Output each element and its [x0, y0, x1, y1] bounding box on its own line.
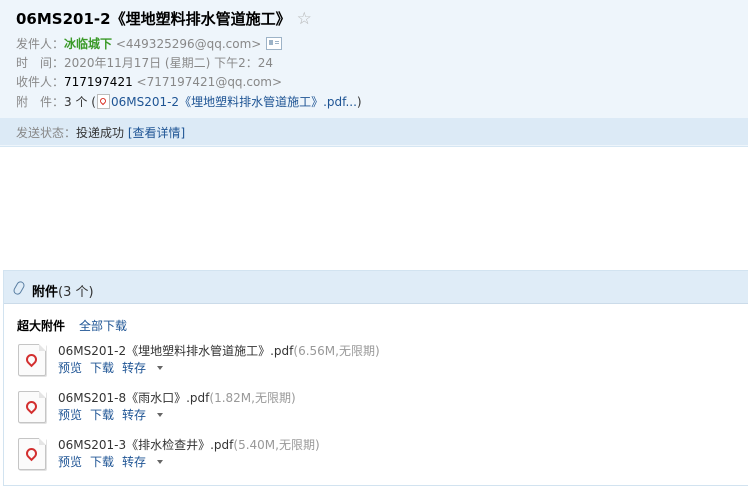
pdf-glyph: [23, 398, 40, 415]
attachment-meta: (6.56M,无限期): [293, 344, 380, 358]
attachment-label: 附 件：: [16, 95, 65, 109]
attachment-name: 06MS201-2《埋地塑料排水管道施工》.pdf: [58, 344, 294, 358]
status-label: 发送状态：: [16, 126, 77, 140]
delivery-status-bar: 发送状态：投递成功 [查看详情]: [0, 118, 748, 145]
attachment-count: 3 个 (: [64, 95, 96, 109]
attachments-panel: 附件(3 个) 超大附件 全部下载 06MS201-2《埋地塑料排水管道施工》.…: [3, 270, 748, 486]
save-to-label: 转存: [122, 455, 147, 469]
save-to-label: 转存: [122, 408, 147, 422]
attachment-summary-link[interactable]: 06MS201-2《埋地塑料排水管道施工》.pdf...: [111, 95, 357, 109]
attachment-name: 06MS201-8《雨水口》.pdf: [58, 391, 210, 405]
attachments-count: (3 个): [58, 285, 94, 300]
attachment-filename: 06MS201-8《雨水口》.pdf(1.82M,无限期): [58, 389, 296, 406]
attachment-filename: 06MS201-2《埋地塑料排水管道施工》.pdf(6.56M,无限期): [58, 342, 380, 359]
delivery-status: 发送状态：投递成功 [查看详情]: [16, 124, 185, 141]
attachment-actions: 预览 下载 转存: [58, 406, 179, 423]
attachment-meta: (1.82M,无限期): [209, 391, 296, 405]
pdf-icon: [96, 94, 110, 109]
attachment-name: 06MS201-3《排水检查井》.pdf: [58, 438, 234, 452]
save-to-link[interactable]: 转存: [122, 408, 171, 422]
time-label: 时 间：: [16, 56, 65, 70]
pdf-glyph: [23, 351, 40, 368]
chevron-down-icon: [157, 366, 164, 370]
save-to-link[interactable]: 转存: [122, 455, 171, 469]
chevron-down-icon: [157, 413, 164, 417]
big-attachment-label: 超大附件: [17, 319, 66, 333]
pdf-file-icon[interactable]: [18, 344, 46, 376]
sender-email: <449325296@qq.com>: [115, 37, 262, 51]
save-to-label: 转存: [122, 361, 147, 375]
time-value: 2020年11月17日 (星期二) 下午2：24: [64, 56, 273, 70]
paperclip-icon: [12, 279, 26, 297]
attachment-actions: 预览 下载 转存: [58, 453, 179, 470]
mail-header: 06MS201-2《埋地塑料排水管道施工》 ☆ 发件人：冰临城下 <4493252…: [0, 0, 748, 147]
time-row: 时 间：2020年11月17日 (星期二) 下午2：24: [16, 55, 273, 71]
attachment-filename: 06MS201-3《排水检查井》.pdf(5.40M,无限期): [58, 436, 320, 453]
sender-name[interactable]: 冰临城下: [64, 37, 112, 51]
attachment-item: 06MS201-8《雨水口》.pdf(1.82M,无限期) 预览 下载 转存: [18, 388, 718, 430]
chevron-down-icon: [157, 460, 164, 464]
contact-card-icon[interactable]: [266, 37, 283, 50]
attachments-title: 附件(3 个): [32, 281, 94, 300]
from-label: 发件人：: [16, 37, 65, 51]
recipient-email: <717197421@qq.com>: [136, 75, 283, 89]
attachment-close-paren: ): [356, 95, 362, 109]
view-details-link[interactable]: [查看详情]: [128, 126, 185, 140]
download-link[interactable]: 下载: [90, 361, 114, 375]
attachment-item: 06MS201-2《埋地塑料排水管道施工》.pdf(6.56M,无限期) 预览下…: [18, 341, 718, 383]
attachments-header: 附件(3 个): [4, 271, 748, 304]
star-icon[interactable]: ☆: [297, 9, 312, 29]
preview-link[interactable]: 预览: [58, 455, 82, 469]
preview-link[interactable]: 预览: [58, 408, 82, 422]
download-all-link[interactable]: 全部下载: [79, 317, 127, 334]
pdf-file-icon[interactable]: [18, 391, 46, 423]
mail-subject: 06MS201-2《埋地塑料排水管道施工》 ☆: [16, 8, 312, 29]
attachment-item: 06MS201-3《排水检查井》.pdf(5.40M,无限期) 预览 下载 转存: [18, 435, 718, 477]
to-row: 收件人：717197421 <717197421@qq.com>: [16, 74, 282, 90]
attachment-actions: 预览 下载 转存: [58, 359, 179, 376]
pdf-file-icon[interactable]: [18, 438, 46, 470]
save-to-link[interactable]: 转存: [122, 361, 171, 375]
attachments-title-text: 附件: [32, 285, 59, 300]
attachment-row: 附 件：3 个 ( 06MS201-2《埋地塑料排水管道施工》.pdf...): [16, 94, 362, 110]
recipient-name[interactable]: 717197421: [64, 75, 133, 89]
subject-text: 06MS201-2《埋地塑料排水管道施工》: [16, 10, 291, 28]
download-link[interactable]: 下载: [90, 455, 114, 469]
to-label: 收件人：: [16, 75, 65, 89]
attachment-meta: (5.40M,无限期): [233, 438, 320, 452]
status-value: 投递成功: [76, 126, 125, 140]
pdf-glyph: [23, 445, 40, 462]
download-link[interactable]: 下载: [90, 408, 114, 422]
from-row: 发件人：冰临城下 <449325296@qq.com>: [16, 36, 283, 52]
preview-link[interactable]: 预览: [58, 361, 82, 375]
